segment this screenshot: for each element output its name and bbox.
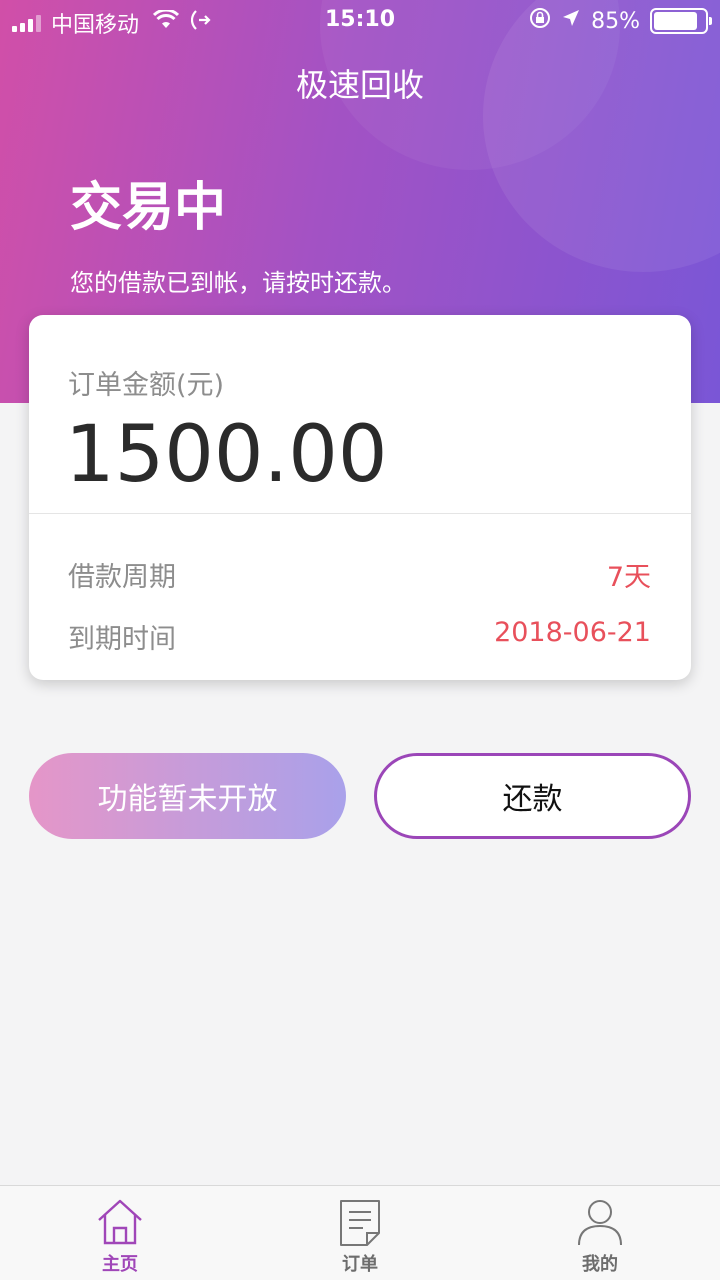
document-icon (340, 1200, 380, 1246)
order-card: 订单金额(元) 1500.00 借款周期 7天 到期时间 2018-06-21 (29, 315, 691, 680)
loan-period-label: 借款周期 (68, 562, 176, 593)
page-title: 极速回收 (295, 66, 424, 104)
rotation-lock-icon (529, 7, 551, 35)
tab-profile[interactable]: 我的 (480, 1186, 720, 1280)
tab-home-label: 主页 (102, 1254, 138, 1275)
divider (29, 513, 691, 514)
tab-home[interactable]: 主页 (0, 1186, 240, 1280)
battery-percentage: 85% (591, 8, 640, 34)
tab-profile-label: 我的 (582, 1254, 618, 1275)
amount-label: 订单金额(元) (68, 370, 225, 401)
tab-orders-label: 订单 (342, 1254, 378, 1275)
home-icon (98, 1199, 142, 1245)
due-date-label: 到期时间 (68, 624, 176, 655)
disabled-feature-button[interactable]: 功能暂未开放 (29, 753, 346, 839)
tab-bar: 主页 订单 我的 (0, 1185, 720, 1280)
decorative-circle (483, 0, 720, 272)
tab-orders[interactable]: 订单 (240, 1186, 480, 1280)
status-message: 您的借款已到帐，请按时还款。 (70, 269, 406, 297)
status-bar: 中国移动 15:10 85% (0, 0, 720, 40)
repay-button[interactable]: 还款 (374, 753, 691, 839)
due-date-value: 2018-06-21 (494, 617, 651, 648)
battery-icon (650, 8, 712, 34)
person-icon (578, 1200, 622, 1246)
loan-period-value: 7天 (606, 562, 651, 593)
transaction-status: 交易中 (70, 178, 227, 238)
order-amount: 1500.00 (65, 410, 388, 500)
location-arrow-icon (561, 8, 581, 34)
